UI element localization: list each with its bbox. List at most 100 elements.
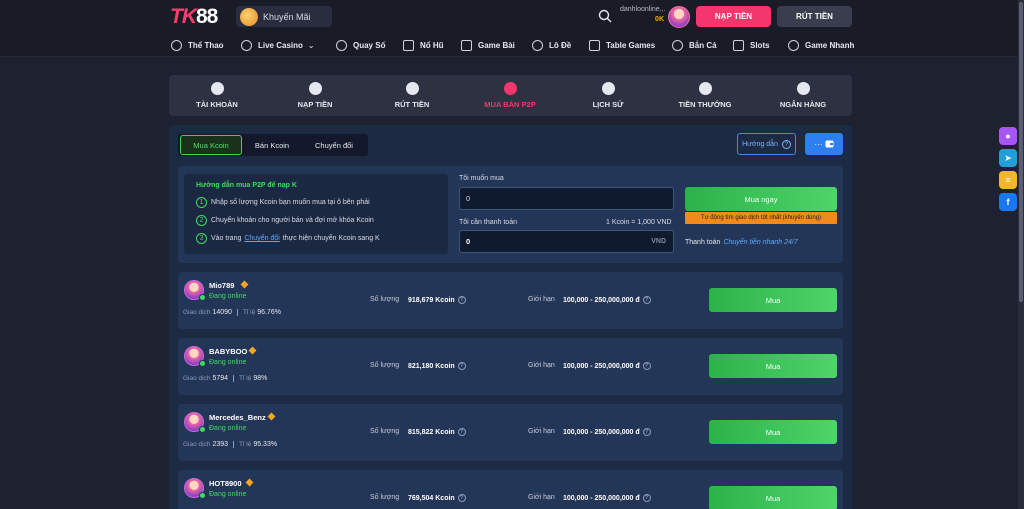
jar-icon [403, 39, 414, 51]
question-icon[interactable]: ? [457, 428, 466, 436]
buy-now-button[interactable]: Mua ngay [685, 187, 837, 211]
limit-label: Giới hạn [528, 296, 555, 303]
question-icon[interactable]: ? [457, 494, 466, 502]
tab-mua-ban-p2p[interactable]: MUA BÁN P2P [462, 75, 558, 116]
rate-label: Tỉ lệ [239, 375, 252, 383]
deposit-button[interactable]: NẠP TIỀN [696, 6, 771, 27]
tab-rut-tien[interactable]: RÚT TIỀN [364, 75, 460, 116]
vip-diamond-icon [267, 412, 276, 421]
user-avatar[interactable] [668, 6, 690, 28]
tab-label: TIỀN THƯỞNG [678, 100, 732, 109]
rocket-icon [788, 39, 799, 51]
trophy-icon [171, 39, 182, 51]
lottery-ball-icon [336, 39, 347, 51]
step-number: 2 [196, 215, 207, 226]
nav-item-no-hu[interactable]: Nổ Hũ [403, 38, 444, 52]
clock-icon [601, 82, 615, 95]
nav-item-ban-ca[interactable]: Bắn Cá [672, 38, 717, 52]
tab-mua-kcoin[interactable]: Mua Kcoin [180, 135, 242, 155]
divider [236, 309, 238, 316]
limit-value: 100,000 - 250,000,000 đ [563, 428, 640, 436]
step-text: Vào trang [211, 235, 242, 242]
qty-value: 815,822 Kcoin [408, 428, 455, 436]
bank-icon [796, 82, 810, 95]
question-icon[interactable]: ? [642, 362, 651, 370]
telegram-icon[interactable]: ➤ [999, 149, 1017, 167]
nav-item-game-nhanh[interactable]: Game Nhanh [788, 38, 854, 52]
top-header: TK 88 Khuyến Mãi danhloonline... 0K NẠP … [0, 0, 1024, 33]
seller-limit: 100,000 - 250,000,000 đ? [563, 428, 651, 436]
zalo-icon[interactable]: ≡ [999, 171, 1017, 189]
trades-label: Giao dịch [183, 441, 211, 449]
nav-item-live-casino[interactable]: Live Casino ⌄ [241, 38, 315, 52]
vip-diamond-icon [240, 280, 249, 289]
seller-qty: 815,822 Kcoin? [408, 428, 466, 436]
question-icon[interactable]: ? [457, 362, 466, 370]
tab-label: MUA BÁN P2P [484, 100, 536, 109]
tab-tien-thuong[interactable]: TIỀN THƯỞNG [657, 75, 753, 116]
qty-label: Số lượng [370, 362, 400, 369]
trades-label: Giao dịch [183, 309, 211, 317]
question-icon[interactable]: ? [642, 428, 651, 436]
minus-circle-icon [405, 82, 419, 95]
nav-label: Game Bài [478, 40, 515, 50]
convert-link[interactable]: Chuyển đổi [244, 235, 279, 242]
seller-name: HOT8900 [209, 479, 242, 488]
seller-row: Mio789 Đang online Giao dịch 14090 Tỉ lệ 96… [178, 272, 843, 329]
question-icon[interactable]: ? [642, 296, 651, 304]
tab-nap-tien[interactable]: NẠP TIỀN [267, 75, 363, 116]
buy-from-seller-button[interactable]: Mua [709, 420, 837, 444]
seller-name: Mercedes_Benz [209, 413, 266, 422]
guide-step-1: 1 Nhập số lượng Kcoin bạn muốn mua tại ô … [196, 197, 370, 208]
tab-tai-khoan[interactable]: TÀI KHOẢN [169, 75, 265, 116]
search-icon[interactable] [598, 9, 612, 23]
currency-suffix: VND [651, 238, 666, 245]
nav-item-slots[interactable]: Slots [733, 38, 770, 52]
trades-count: 14090 [212, 309, 232, 317]
nav-item-game-bai[interactable]: Game Bài [461, 38, 515, 52]
seller-status: Đang online [209, 425, 247, 432]
tab-ban-kcoin[interactable]: Bán Kcoin [242, 135, 302, 155]
want-buy-input[interactable]: 0 [459, 187, 674, 210]
nav-item-quay-so[interactable]: Quay Số [336, 38, 385, 52]
buy-from-seller-button[interactable]: Mua [709, 486, 837, 509]
seller-status: Đang online [209, 491, 247, 498]
seller-name: Mio789 [209, 281, 235, 290]
nav-item-the-thao[interactable]: Thể Thao [171, 38, 224, 52]
guide-title: Hướng dẫn mua P2P để nạp K [196, 182, 297, 189]
user-info[interactable]: danhloonline... 0K [620, 6, 666, 23]
seller-row: Mercedes_Benz Đang online Giao dịch 2393 T… [178, 404, 843, 461]
seller-status: Đang online [209, 359, 247, 366]
withdraw-button[interactable]: RÚT TIỀN [777, 6, 852, 27]
question-icon: ? [781, 139, 791, 149]
buy-from-seller-button[interactable]: Mua [709, 288, 837, 312]
nav-label: Slots [750, 40, 770, 50]
pay-amount-input[interactable]: 0 VND [459, 230, 674, 253]
facebook-icon[interactable]: f [999, 193, 1017, 211]
nav-item-table-games[interactable]: Table Games [589, 38, 655, 52]
buy-from-seller-button[interactable]: Mua [709, 354, 837, 378]
chevron-down-icon: ⌄ [307, 40, 315, 50]
chat-support-icon[interactable]: ● [999, 127, 1017, 145]
scrollbar-thumb[interactable] [1019, 2, 1023, 302]
nav-label: Bắn Cá [689, 40, 717, 50]
online-dot-icon [199, 360, 206, 367]
wallet-button[interactable]: ··· [805, 133, 843, 155]
tab-ngan-hang[interactable]: NGÂN HÀNG [755, 75, 851, 116]
medal-icon [532, 39, 543, 51]
seller-limit: 100,000 - 250,000,000 đ? [563, 296, 651, 304]
promotions-button[interactable]: Khuyến Mãi [236, 6, 332, 27]
success-rate: 98% [253, 375, 268, 383]
seller-limit: 100,000 - 250,000,000 đ? [563, 362, 651, 370]
nav-item-lo-de[interactable]: Lô Đề [532, 38, 571, 52]
limit-value: 100,000 - 250,000,000 đ [563, 494, 640, 502]
tab-lich-su[interactable]: LỊCH SỬ [560, 75, 656, 116]
logo-text-tk: TK [170, 5, 197, 28]
guide-step-2: 2 Chuyển khoản cho người bán và đợi mở kh… [196, 215, 374, 226]
question-icon[interactable]: ? [457, 296, 466, 304]
site-logo[interactable]: TK 88 [170, 5, 218, 28]
guide-button[interactable]: Hướng dẫn? [737, 133, 796, 155]
tab-label: TÀI KHOẢN [196, 100, 238, 109]
tab-chuyen-doi[interactable]: Chuyển đổi [302, 135, 366, 155]
question-icon[interactable]: ? [642, 494, 651, 502]
